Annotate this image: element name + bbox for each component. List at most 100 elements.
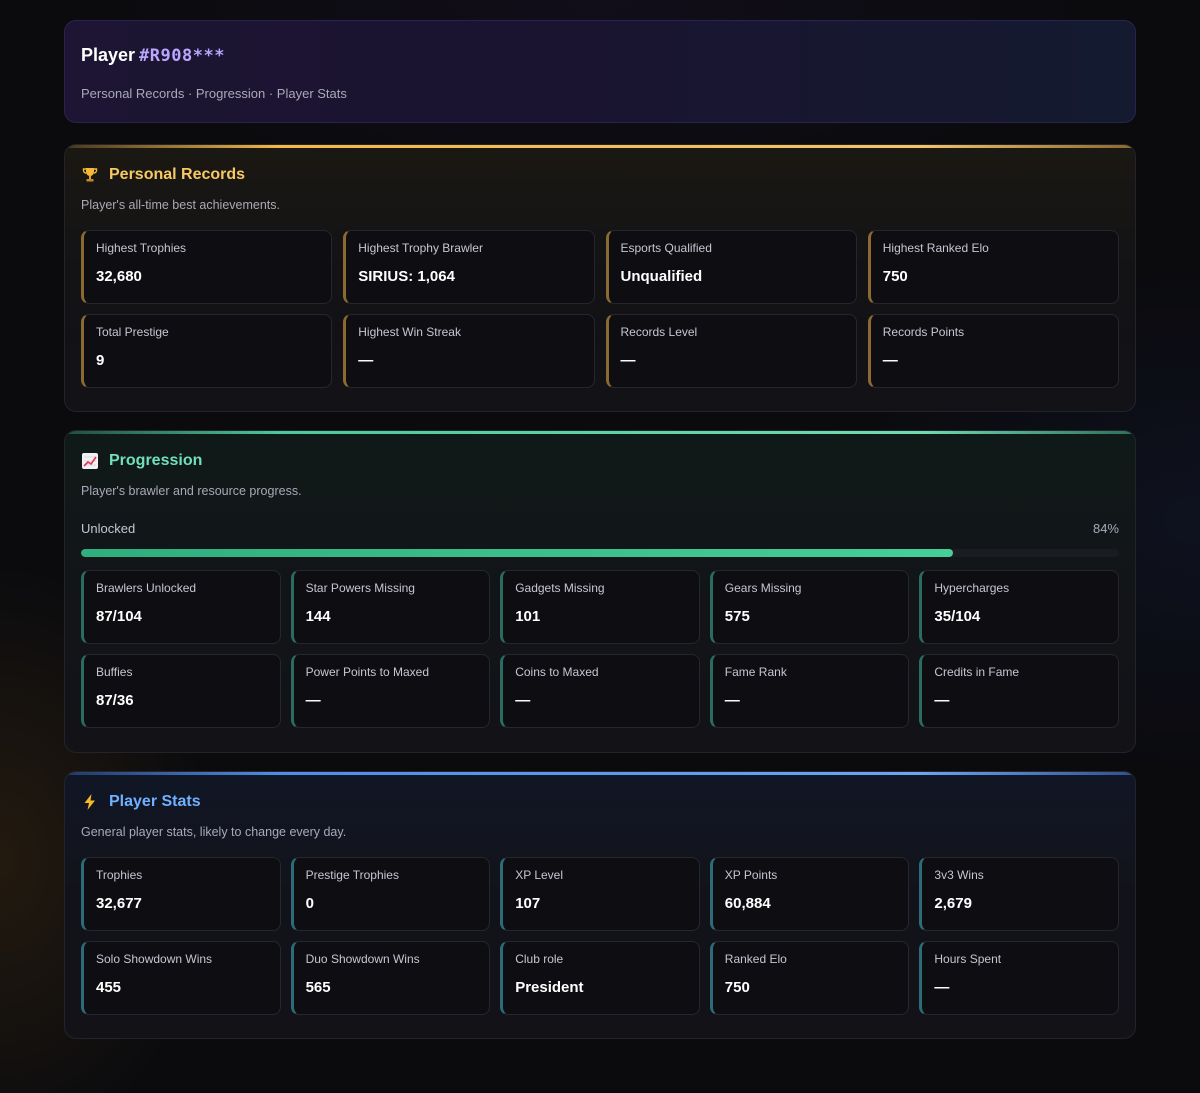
card-label: Highest Trophy Brawler (358, 241, 483, 255)
card-value: — (305, 692, 321, 709)
card-value: 32,680 (96, 268, 142, 285)
card-label: Power Points to Maxed (305, 665, 429, 679)
lightning-icon (81, 793, 99, 811)
stat-card-gears-missing: Gears Missing 575 (709, 570, 910, 644)
card-value: Unqualified (620, 268, 703, 285)
stat-card-fame-rank: Fame Rank — (709, 654, 910, 728)
card-value: 9 (96, 352, 105, 369)
stat-card-hours-spent: Hours Spent — (919, 941, 1119, 1015)
card-label: Gadgets Missing (515, 581, 605, 595)
card-value: — (515, 692, 531, 709)
card-value: 2,679 (934, 895, 972, 912)
progression-section: Progression Player's brawler and resourc… (64, 430, 1136, 753)
page-title: Player #R908*** (81, 45, 1119, 66)
card-value: — (724, 692, 740, 709)
player-stats-section: Player Stats General player stats, likel… (64, 771, 1136, 1039)
card-value: 750 (882, 268, 908, 285)
card-value: 101 (515, 608, 541, 625)
progress-bar-fill (81, 549, 953, 557)
section-title: Player Stats (109, 793, 201, 810)
stat-card-power-points-to-maxed: Power Points to Maxed — (290, 654, 491, 728)
card-label: Club role (515, 952, 564, 966)
section-header: Personal Records (81, 163, 1119, 187)
card-value: — (934, 692, 950, 709)
card-value: — (620, 352, 636, 369)
section-title: Personal Records (109, 166, 246, 183)
progress-label: Unlocked (81, 521, 136, 536)
stat-card-ranked-elo: Ranked Elo 750 (709, 941, 910, 1015)
stat-card-gadgets-missing: Gadgets Missing 101 (500, 570, 700, 644)
card-label: Highest Win Streak (358, 325, 461, 339)
stat-card-coins-to-maxed: Coins to Maxed — (500, 654, 700, 728)
card-value: 750 (724, 979, 750, 996)
section-description: Player's brawler and resource progress. (81, 484, 302, 498)
player-label: Player (81, 45, 136, 65)
card-label: Records Level (620, 325, 698, 339)
personal-records-section: Personal Records Player's all-time best … (64, 144, 1136, 412)
card-label: Hours Spent (934, 952, 1002, 966)
card-value: 565 (305, 979, 331, 996)
stats-grid: Trophies 32,677 Prestige Trophies 0 XP Lev… (81, 857, 1119, 1015)
card-label: Prestige Trophies (305, 868, 399, 882)
stat-card-brawlers-unlocked: Brawlers Unlocked 87/104 (81, 570, 281, 644)
stat-card-prestige-trophies: Prestige Trophies 0 (290, 857, 491, 931)
stat-card-solo-showdown-wins: Solo Showdown Wins 455 (81, 941, 281, 1015)
chart-increasing-icon (81, 452, 99, 470)
stat-card-xp-points: XP Points 60,884 (709, 857, 910, 931)
card-label: Ranked Elo (724, 952, 787, 966)
card-value: 32,677 (96, 895, 142, 912)
card-label: Total Prestige (96, 325, 169, 339)
stat-card-records-level: Records Level — (605, 314, 857, 388)
section-header: Player Stats (81, 790, 1119, 814)
stat-card-buffies: Buffies 87/36 (81, 654, 281, 728)
card-label: Brawlers Unlocked (96, 581, 197, 595)
card-label: Buffies (96, 665, 133, 679)
stat-card-total-prestige: Total Prestige 9 (81, 314, 333, 388)
page-subtitle: Personal Records · Progression · Player … (81, 86, 347, 101)
stat-card-esports-qualified: Esports Qualified Unqualified (605, 230, 857, 304)
card-label: Duo Showdown Wins (305, 952, 420, 966)
section-description: Player's all-time best achievements. (81, 198, 280, 212)
progression-grid: Brawlers Unlocked 87/104 Star Powers Miss… (81, 570, 1119, 728)
progress-bar-header: Unlocked 84% (81, 521, 1119, 536)
page-container: Player #R908*** Personal Records · Progr… (64, 20, 1136, 1039)
card-value: 107 (515, 895, 541, 912)
stat-card-highest-ranked-elo: Highest Ranked Elo 750 (867, 230, 1119, 304)
card-value: 575 (724, 608, 750, 625)
stat-card-trophies: Trophies 32,677 (81, 857, 281, 931)
card-value: 60,884 (724, 895, 771, 912)
card-label: Records Points (882, 325, 965, 339)
progress-percent: 84% (1092, 521, 1119, 536)
stat-card-star-powers-missing: Star Powers Missing 144 (290, 570, 491, 644)
progress-bar (81, 549, 1119, 557)
card-label: Gears Missing (724, 581, 802, 595)
card-value: President (515, 979, 584, 996)
card-label: Credits in Fame (934, 665, 1020, 679)
card-label: Coins to Maxed (515, 665, 599, 679)
card-label: Fame Rank (724, 665, 787, 679)
records-grid: Highest Trophies 32,680 Highest Trophy Br… (81, 230, 1119, 388)
card-label: 3v3 Wins (934, 868, 984, 882)
stat-card-hypercharges: Hypercharges 35/104 (919, 570, 1119, 644)
stat-card-highest-win-streak: Highest Win Streak — (343, 314, 595, 388)
card-value: — (882, 352, 898, 369)
card-label: Star Powers Missing (305, 581, 415, 595)
card-label: XP Points (724, 868, 778, 882)
card-value: 87/104 (96, 608, 142, 625)
card-value: 144 (305, 608, 331, 625)
card-value: SIRIUS: 1,064 (358, 268, 455, 285)
section-header: Progression (81, 449, 1119, 473)
card-value: — (934, 979, 950, 996)
stat-card-xp-level: XP Level 107 (500, 857, 700, 931)
card-value: 455 (96, 979, 122, 996)
player-header: Player #R908*** Personal Records · Progr… (64, 20, 1136, 123)
card-value: 87/36 (96, 692, 134, 709)
card-label: Hypercharges (934, 581, 1010, 595)
stat-card-3v3-wins: 3v3 Wins 2,679 (919, 857, 1119, 931)
card-label: Solo Showdown Wins (96, 952, 213, 966)
stat-card-credits-in-fame: Credits in Fame — (919, 654, 1119, 728)
section-title: Progression (109, 452, 203, 469)
card-label: Highest Trophies (96, 241, 187, 255)
stat-card-highest-trophy-brawler: Highest Trophy Brawler SIRIUS: 1,064 (343, 230, 595, 304)
card-value: 35/104 (934, 608, 981, 625)
